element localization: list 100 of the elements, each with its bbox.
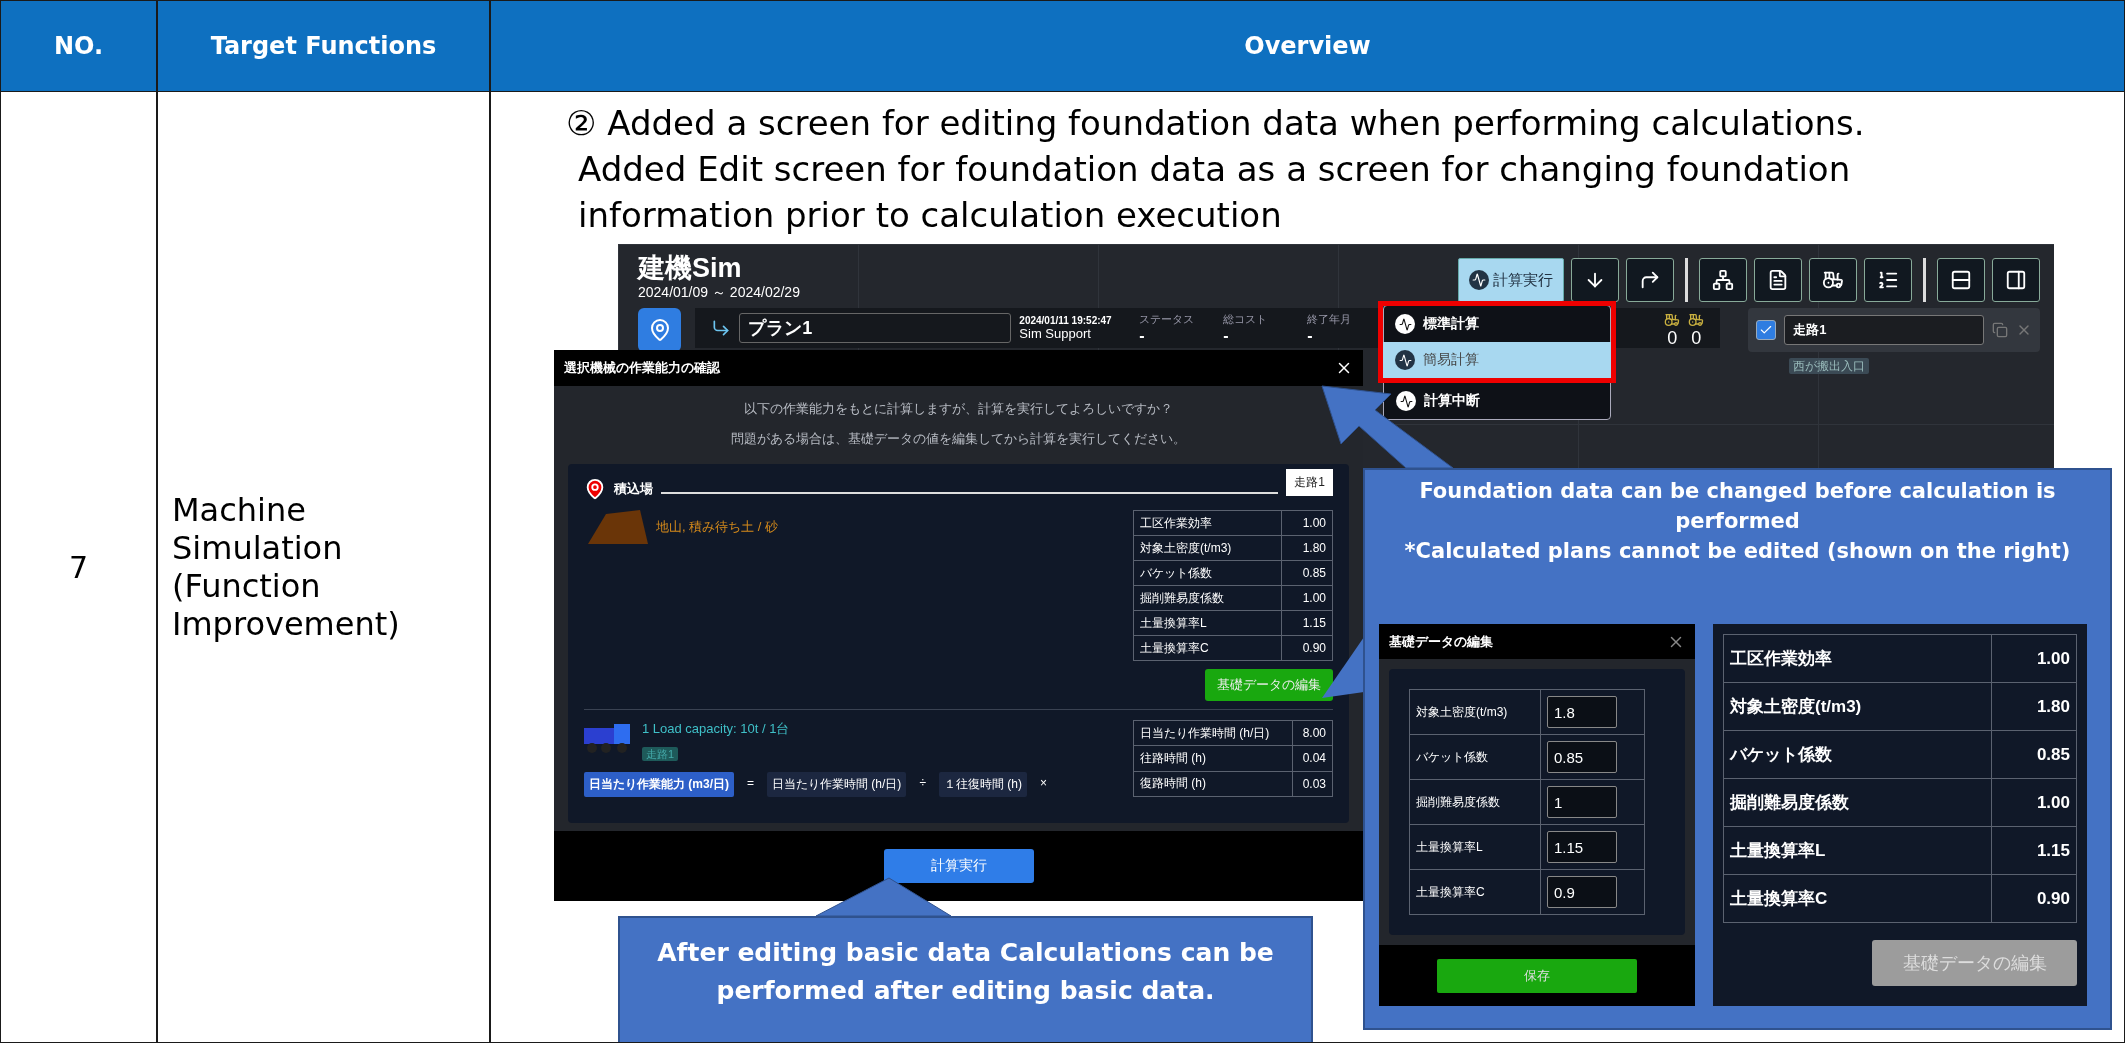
menu-item[interactable]: 簡易計算: [1383, 342, 1611, 378]
column-header: Overview: [490, 0, 2125, 92]
row-number: 7: [68, 549, 89, 585]
network-button[interactable]: [1699, 258, 1747, 302]
run-calculation-button[interactable]: 計算実行: [883, 849, 1034, 883]
route-checkbox[interactable]: [1756, 320, 1777, 340]
soil-label: 地山, 積み待ち土 / 砂: [656, 518, 779, 536]
route-tag: 走路1: [1286, 468, 1333, 496]
document-button[interactable]: [1754, 258, 1802, 302]
param-label: 工区作業効率: [1723, 634, 1992, 683]
operator-symbol: =: [746, 775, 756, 792]
value-input[interactable]: 1: [1546, 786, 1617, 819]
list-button[interactable]: [1864, 258, 1912, 302]
stat-value: -: [1307, 326, 1314, 345]
machine-button[interactable]: [1809, 258, 1857, 302]
stat-label: ステータス: [1139, 311, 1196, 327]
app-title: 建機Sim: [638, 252, 743, 284]
machine-count: 0: [1667, 327, 1678, 349]
check-icon: [1759, 323, 1774, 337]
location-pin-icon: [584, 478, 606, 500]
machine-icon: [1688, 311, 1705, 328]
stat-label: 終了年月: [1307, 311, 1353, 327]
layout-rows-button[interactable]: [1937, 258, 1985, 302]
stat-label: 総コスト: [1223, 311, 1269, 327]
stat-value: -: [1139, 326, 1146, 345]
param-value: 8.00: [1292, 720, 1333, 746]
plan-timestamp: 2024/01/11 19:52:47: [1019, 315, 1113, 326]
dialog-title: 選択機械の作業能力の確認: [564, 359, 720, 377]
param-value: 1.00: [1281, 585, 1333, 611]
field-label: 土量換算率C: [1409, 869, 1541, 915]
operator-symbol: ÷: [918, 775, 927, 792]
document-icon: [1767, 269, 1789, 291]
overview-text: Added Edit screen for foundation data as a screen for changing foundation information prior to calculation execution: [578, 148, 1852, 237]
location-button[interactable]: [638, 308, 682, 352]
param-label: 土量換算率L: [1723, 826, 1992, 875]
column-header: NO.: [0, 0, 157, 92]
param-label: 復路時間 (h): [1133, 771, 1292, 797]
plan-user: Sim Support: [1019, 326, 1092, 341]
redo-button[interactable]: [1626, 258, 1674, 302]
wave-icon: [1395, 350, 1415, 370]
param-label: 掘削難易度係数: [1723, 778, 1992, 827]
field-label: 掘削難易度係数: [1409, 779, 1541, 825]
menu-item[interactable]: 標準計算: [1383, 306, 1611, 342]
date-range: 2024/01/09 ～ 2024/02/29: [638, 284, 800, 301]
value-input[interactable]: 0.9: [1546, 876, 1617, 909]
field-label: 対象土密度(t/m3): [1409, 689, 1541, 735]
value-input[interactable]: 1.8: [1546, 696, 1617, 729]
param-value: 1.80: [1991, 682, 2077, 731]
tractor-icon: [1822, 269, 1844, 291]
param-label: 土量換算率L: [1133, 610, 1282, 636]
param-value: 1.80: [1281, 535, 1333, 561]
stat-value: -: [1223, 326, 1230, 345]
network-icon: [1712, 269, 1734, 291]
operator-symbol: ×: [1038, 775, 1048, 792]
param-value: 1.00: [1281, 510, 1333, 536]
numbered-list-icon: [1877, 269, 1899, 291]
section-title: 積込場: [614, 480, 653, 498]
param-value: 0.85: [1991, 730, 2077, 779]
value-input[interactable]: 1.15: [1546, 831, 1617, 864]
param-value: 1.15: [1281, 610, 1333, 636]
formula-term: 日当たり作業能力 (m3/日): [584, 772, 734, 797]
copy-icon[interactable]: [1992, 322, 2008, 338]
param-label: 土量換算率C: [1723, 874, 1992, 923]
param-label: 工区作業効率: [1133, 510, 1282, 536]
route-name-field[interactable]: 走路1: [1784, 315, 1984, 345]
wave-icon: [1395, 314, 1415, 334]
callout-text: After editing basic data Calculations can be performed after editing basic data.: [656, 937, 1275, 1007]
dialog-title: 基礎データの編集: [1389, 632, 1493, 651]
plan-name-field[interactable]: プラン1: [739, 313, 1012, 343]
download-button[interactable]: [1571, 258, 1619, 302]
param-value: 0.85: [1281, 560, 1333, 586]
side-panel-icon: [2005, 269, 2027, 291]
rows-icon: [1950, 269, 1972, 291]
param-label: バケット係数: [1723, 730, 1992, 779]
machine-count: 0: [1691, 327, 1702, 349]
callout-text: *Calculated plans cannot be edited (shown on the right): [1403, 538, 2072, 565]
side-panel-button[interactable]: [1992, 258, 2040, 302]
sub-item-icon: [711, 318, 732, 338]
param-value: 0.03: [1292, 771, 1333, 797]
field-label: 土量換算率L: [1409, 824, 1541, 870]
field-label: バケット係数: [1409, 734, 1541, 780]
param-value: 0.90: [1281, 635, 1333, 661]
param-label: 土量換算率C: [1133, 635, 1282, 661]
run-calculation-button[interactable]: 計算実行: [1458, 258, 1564, 302]
param-label: 対象土密度(t/m3): [1133, 535, 1282, 561]
param-label: バケット係数: [1133, 560, 1282, 586]
dialog-message: 以下の作業能力をもとに計算しますが、計算を実行してよろしいですか？: [743, 400, 1174, 418]
menu-item[interactable]: 計算中断: [1384, 383, 1610, 419]
callout-text: Foundation data can be changed before calculation is performed: [1418, 478, 2057, 535]
value-input[interactable]: 0.85: [1546, 741, 1617, 774]
param-value: 1.00: [1991, 634, 2077, 683]
target-function: Machine Simulation (Function Improvement): [171, 491, 401, 643]
param-label: 対象土密度(t/m3): [1723, 682, 1992, 731]
column-header: Target Functions: [157, 0, 490, 92]
machine-icon: [1664, 311, 1681, 328]
param-value: 1.15: [1991, 826, 2077, 875]
route-tag: 西が搬出入口: [1789, 358, 1869, 374]
truck-title: 1 Load capacity: 10t / 1台: [642, 720, 790, 738]
overview-text: ② Added a screen for editing foundation data when performing calculations.: [566, 102, 1866, 145]
redo-icon: [1639, 269, 1661, 291]
